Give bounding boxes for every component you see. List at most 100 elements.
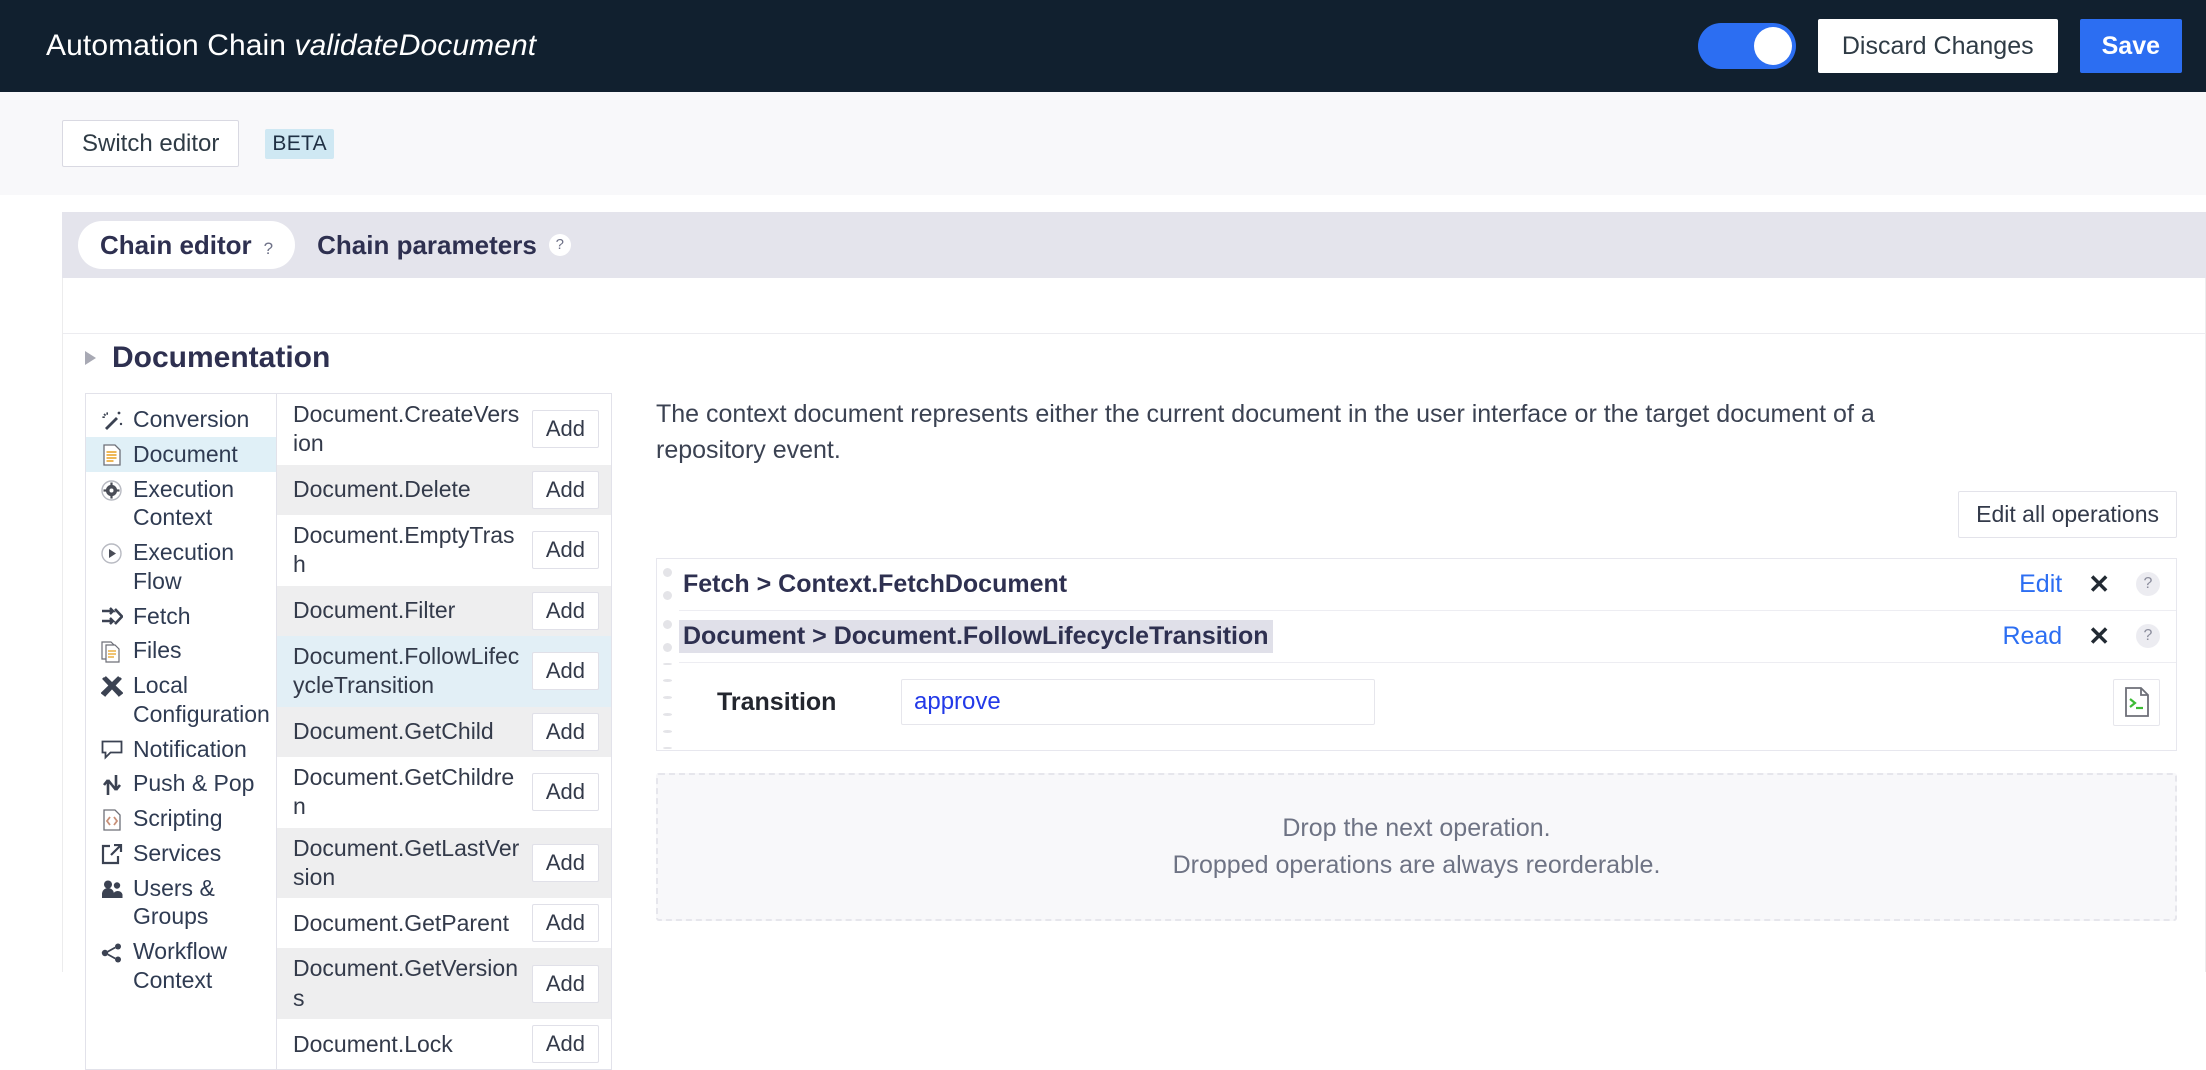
- help-icon[interactable]: ?: [548, 234, 571, 256]
- chain-operations-card: Fetch > Context.FetchDocument Edit ✕ ? D…: [656, 557, 2177, 751]
- category-label: Notification: [133, 735, 247, 762]
- help-icon[interactable]: ?: [2136, 624, 2160, 648]
- operation-row-selected[interactable]: Document.FollowLifecycleTransition Add: [277, 635, 611, 707]
- operation-name: Document.EmptyTrash: [293, 521, 515, 578]
- help-icon[interactable]: ?: [2136, 572, 2160, 596]
- operation-row[interactable]: Document.GetChildren Add: [277, 757, 611, 828]
- add-operation-button[interactable]: Add: [531, 964, 599, 1003]
- drag-handle-icon[interactable]: [663, 559, 672, 610]
- sub-toolbar: Switch editor BETA: [0, 92, 2206, 195]
- category-item-files[interactable]: Files: [86, 633, 276, 668]
- arrows-right-icon: [100, 606, 123, 629]
- add-operation-button[interactable]: Add: [531, 773, 599, 812]
- editor-panel: Documentation Conversion Document Execut…: [62, 278, 2206, 1070]
- category-label: Workflow Context: [133, 938, 228, 993]
- category-item-document[interactable]: Document: [86, 436, 276, 472]
- category-label: Files: [133, 637, 182, 664]
- tools-icon: [100, 675, 123, 698]
- drag-handle-icon[interactable]: [663, 611, 672, 662]
- header-actions: Discard Changes Save: [1697, 19, 2182, 73]
- add-operation-button[interactable]: Add: [531, 843, 599, 882]
- operation-dropzone[interactable]: Drop the next operation. Dropped operati…: [656, 772, 2177, 921]
- magic-wand-icon: [100, 409, 123, 432]
- add-operation-button[interactable]: Add: [531, 470, 599, 509]
- close-icon[interactable]: ✕: [2088, 623, 2110, 649]
- add-operation-button[interactable]: Add: [531, 410, 599, 449]
- category-item-execution-context[interactable]: Execution Context: [86, 472, 276, 536]
- operation-row[interactable]: Document.GetLastVersion Add: [277, 827, 611, 899]
- operation-row[interactable]: Document.GetVersions Add: [277, 948, 611, 1020]
- category-item-workflow-context[interactable]: Workflow Context: [86, 934, 276, 998]
- category-item-local-configuration[interactable]: Local Configuration: [86, 668, 276, 732]
- edit-link[interactable]: Edit: [2019, 570, 2062, 599]
- help-icon[interactable]: ?: [264, 225, 273, 273]
- category-label: Conversion: [133, 406, 250, 432]
- tab-chain-editor[interactable]: Chain editor ?: [78, 221, 296, 269]
- play-circle-icon: [100, 542, 123, 565]
- network-share-icon: [100, 941, 123, 964]
- edit-all-wrap: Edit all operations: [656, 490, 2185, 538]
- chain-row-label: Fetch > Context.FetchDocument: [683, 569, 1068, 598]
- transition-input[interactable]: [901, 679, 1375, 725]
- operation-name: Document.Delete: [293, 476, 471, 503]
- operation-name: Document.GetParent: [293, 909, 510, 936]
- tab-chain-editor-label: Chain editor: [100, 230, 252, 260]
- users-icon: [100, 878, 123, 901]
- category-label: Scripting: [133, 805, 223, 831]
- page-title: Automation Chain validateDocument: [46, 29, 536, 63]
- operation-row[interactable]: Document.GetChild Add: [277, 706, 611, 757]
- tab-strip: Chain editor ? Chain parameters ?: [62, 212, 2206, 278]
- documentation-toggle[interactable]: Documentation: [85, 341, 330, 375]
- operations-list: Document.CreateVersion Add Document.Dele…: [277, 393, 612, 1070]
- category-label: Execution Context: [133, 475, 235, 531]
- category-item-scripting[interactable]: Scripting: [86, 801, 276, 836]
- add-operation-button[interactable]: Add: [531, 712, 599, 751]
- tab-chain-parameters[interactable]: Chain parameters ?: [295, 221, 593, 269]
- category-item-execution-flow[interactable]: Execution Flow: [86, 535, 276, 599]
- operation-name: Document.GetChildren: [293, 763, 515, 820]
- category-label: Users & Groups: [133, 874, 215, 930]
- chain-row-document[interactable]: Document > Document.FollowLifecycleTrans…: [663, 611, 2176, 663]
- add-operation-button[interactable]: Add: [531, 652, 599, 691]
- drag-handle-icon[interactable]: [663, 662, 672, 750]
- operation-name: Document.FollowLifecycleTransition: [293, 642, 520, 699]
- add-operation-button[interactable]: Add: [531, 904, 599, 943]
- read-link[interactable]: Read: [2002, 622, 2062, 651]
- operation-row[interactable]: Document.GetParent Add: [277, 898, 611, 948]
- add-operation-button[interactable]: Add: [531, 531, 599, 570]
- operation-name: Document.CreateVersion: [293, 401, 520, 457]
- add-operation-button[interactable]: Add: [531, 1025, 599, 1064]
- operation-row[interactable]: Document.CreateVersion Add: [277, 394, 611, 465]
- script-file-icon[interactable]: [2113, 678, 2160, 726]
- operation-row[interactable]: Document.Filter Add: [277, 585, 611, 636]
- switch-editor-button[interactable]: Switch editor: [62, 120, 240, 167]
- editor-columns: Conversion Document Execution Context Ex…: [85, 393, 2185, 1070]
- beta-badge: BETA: [265, 128, 334, 159]
- category-list: Conversion Document Execution Context Ex…: [85, 393, 277, 1070]
- chain-row-label: Document > Document.FollowLifecycleTrans…: [679, 619, 1273, 653]
- category-item-fetch[interactable]: Fetch: [86, 599, 276, 634]
- category-item-notification[interactable]: Notification: [86, 732, 276, 767]
- operation-row[interactable]: Document.Delete Add: [277, 464, 611, 515]
- page-title-prefix: Automation Chain: [46, 29, 287, 62]
- operation-name: Document.GetVersions: [293, 955, 519, 1011]
- discard-changes-button[interactable]: Discard Changes: [1817, 19, 2058, 73]
- category-item-conversion[interactable]: Conversion: [86, 402, 276, 437]
- category-item-services[interactable]: Services: [86, 836, 276, 871]
- category-label: Push & Pop: [133, 770, 255, 797]
- speech-bubble-icon: [100, 739, 123, 762]
- operation-name: Document.Filter: [293, 597, 456, 624]
- add-operation-button[interactable]: Add: [531, 591, 599, 630]
- category-item-push-and-pop[interactable]: Push & Pop: [86, 766, 276, 801]
- category-item-users-and-groups[interactable]: Users & Groups: [86, 871, 276, 935]
- operation-row[interactable]: Document.EmptyTrash Add: [277, 515, 611, 586]
- toggle-knob: [1753, 27, 1792, 65]
- enable-toggle[interactable]: [1697, 23, 1796, 69]
- context-description: The context document represents either t…: [656, 400, 1875, 465]
- chain-row-fetch[interactable]: Fetch > Context.FetchDocument Edit ✕ ?: [663, 559, 2176, 611]
- save-button[interactable]: Save: [2079, 19, 2182, 73]
- operation-row[interactable]: Document.Lock Add: [277, 1019, 611, 1069]
- close-icon[interactable]: ✕: [2088, 571, 2110, 597]
- operation-name: Document.Lock: [293, 1030, 453, 1057]
- edit-all-operations-button[interactable]: Edit all operations: [1958, 490, 2177, 538]
